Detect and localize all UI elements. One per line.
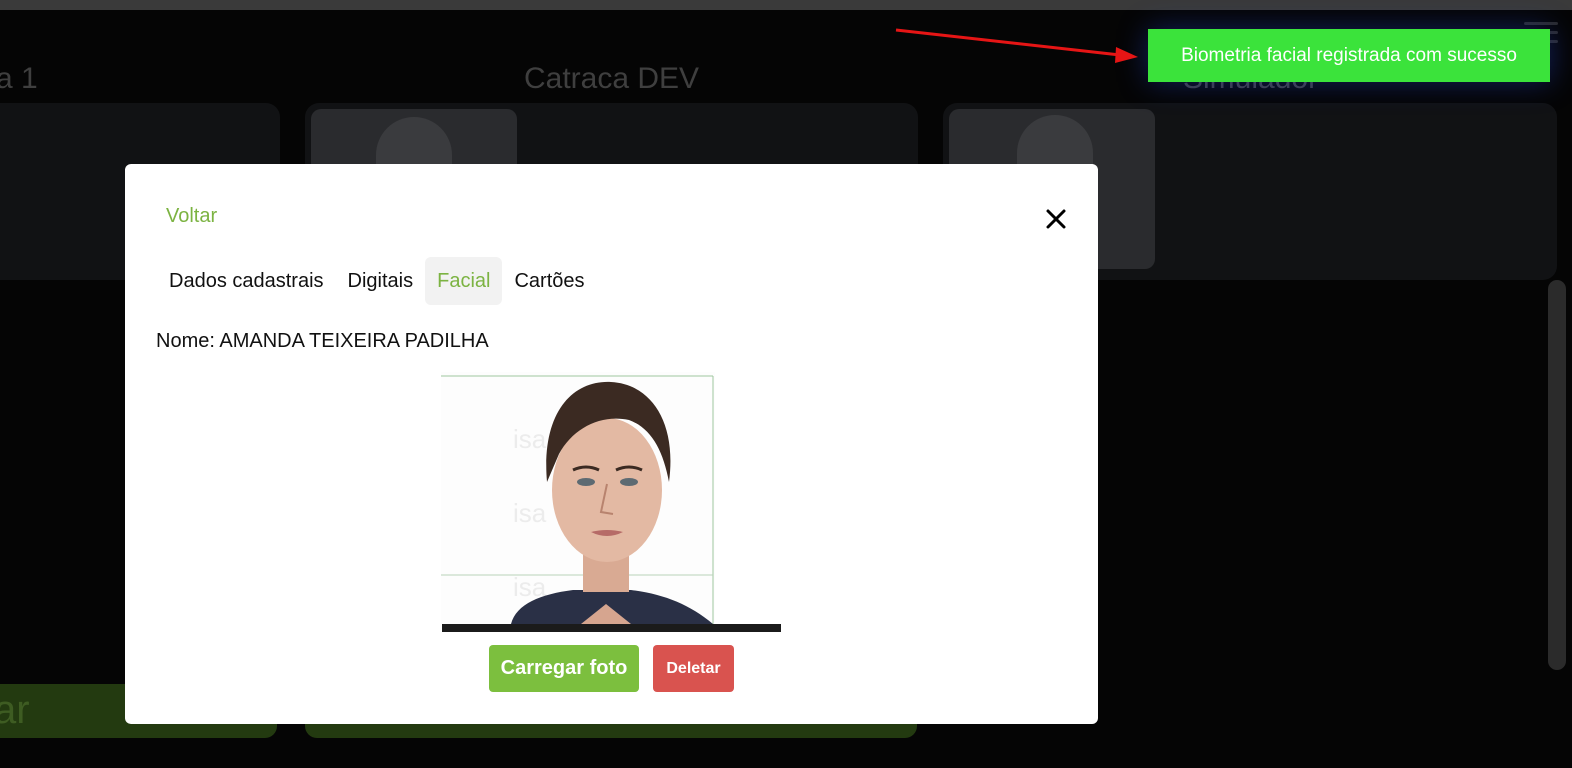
success-toast: Biometria facial registrada com sucesso [1148, 29, 1550, 82]
tab-facial[interactable]: Facial [425, 257, 503, 305]
top-bar [0, 0, 1572, 10]
delete-photo-button[interactable]: Deletar [653, 645, 734, 692]
name-value: AMANDA TEIXEIRA PADILHA [219, 330, 489, 352]
tab-cartoes[interactable]: Cartões [502, 257, 596, 305]
facial-photo: isa isa isa [441, 372, 715, 624]
upload-photo-button[interactable]: Carregar foto [489, 645, 639, 692]
user-name-line: Nome: AMANDA TEIXEIRA PADILHA [156, 330, 489, 353]
name-label: Nome: [156, 330, 215, 352]
close-icon[interactable] [1043, 206, 1069, 232]
card-action-label-1: ar [0, 688, 30, 732]
photo-watermark: isa [513, 424, 547, 454]
photo-underline-bar [442, 624, 781, 632]
card-title-2: Catraca DEV [524, 62, 700, 95]
modal-tabs: Dados cadastrais Digitais Facial Cartões [157, 257, 597, 305]
face-portrait-icon: isa isa isa [441, 372, 715, 624]
user-biometrics-modal: Voltar Dados cadastrais Digitais Facial … [125, 164, 1098, 724]
card-title-1: a 1 [0, 62, 38, 95]
tab-dados-cadastrais[interactable]: Dados cadastrais [157, 257, 336, 305]
photo-watermark: isa [513, 498, 547, 528]
page-scrollbar[interactable] [1548, 280, 1566, 670]
back-link[interactable]: Voltar [166, 205, 217, 228]
tab-digitais[interactable]: Digitais [336, 257, 426, 305]
